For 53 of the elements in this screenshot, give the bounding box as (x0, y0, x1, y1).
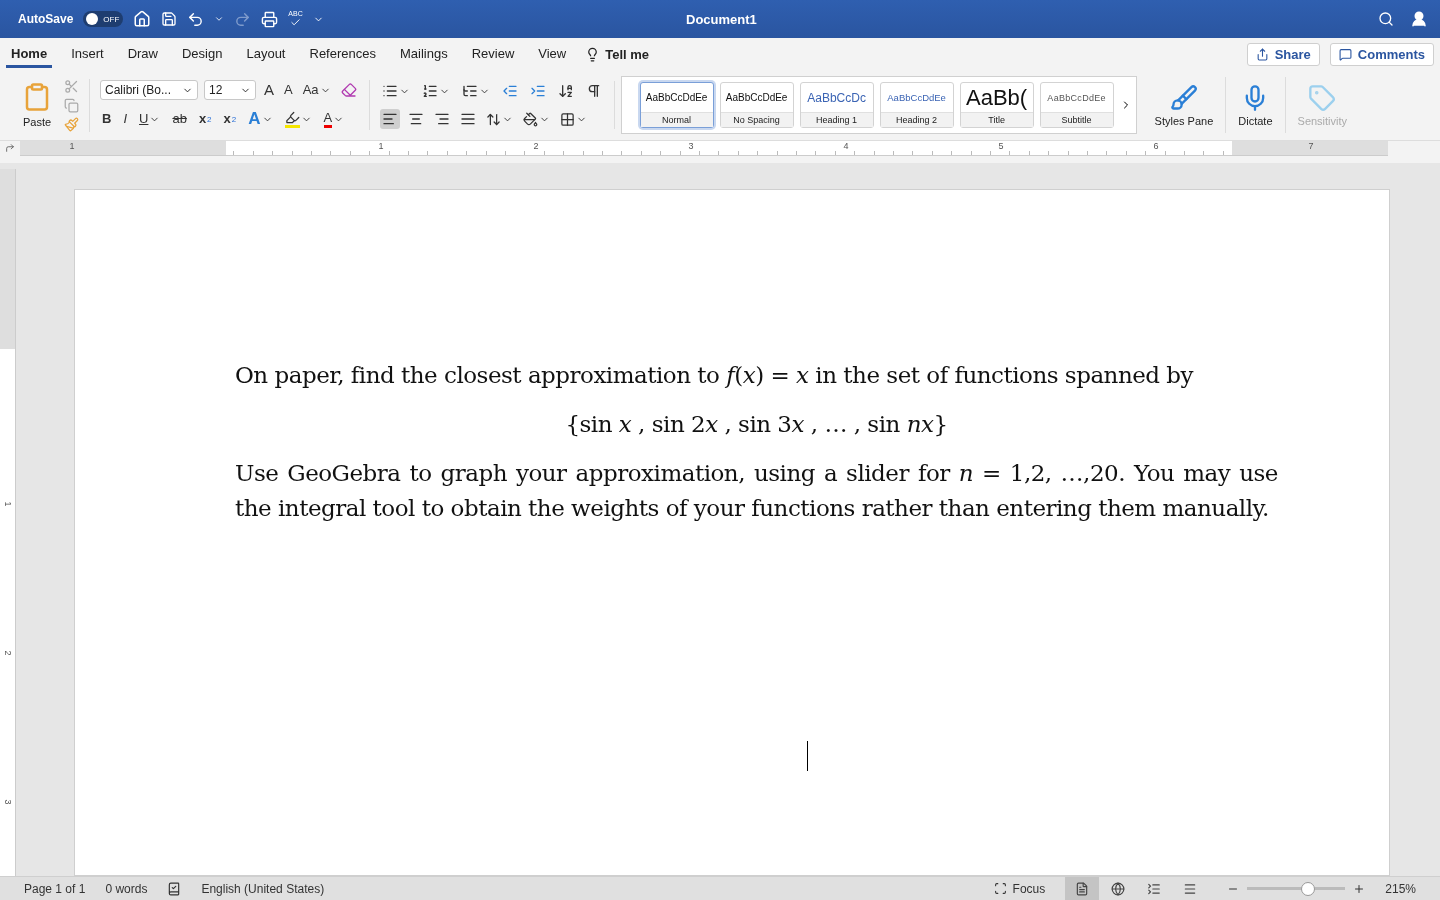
font-size-field[interactable]: 12 (204, 80, 256, 100)
document-paragraph: Use GeoGebra to graph your approximation, using a slider for n = 1,2, …,20. You may use the integral tool to obtain the weights of your functions rather than entering them manually. (235, 459, 1278, 523)
word-count[interactable]: 0 words (105, 881, 148, 896)
styles-pane-button[interactable]: Styles Pane (1142, 83, 1226, 127)
style-card[interactable]: AaBbCcDdEe Subtitle (1039, 82, 1114, 128)
ruler-number: 1 (378, 141, 384, 151)
style-card[interactable]: AaBbCcDdEe Normal (639, 82, 714, 128)
style-card[interactable]: AaBbCcDdEe Heading 2 (879, 82, 954, 128)
shrink-font-button[interactable]: A (282, 81, 295, 99)
strikethrough-button[interactable]: ab (170, 110, 189, 128)
change-case-button[interactable]: Aa (300, 81, 333, 99)
ribbon-tab[interactable]: Draw (122, 40, 163, 68)
ruler-number: 4 (843, 141, 849, 151)
ruler-number: 2 (2, 650, 13, 656)
tell-me-button[interactable]: Tell me (585, 46, 650, 62)
ruler-number: 6 (1153, 141, 1159, 151)
underline-button[interactable]: U (137, 110, 163, 128)
ruler-number: 1 (2, 501, 13, 507)
paste-button[interactable]: Paste (18, 82, 56, 128)
share-button[interactable]: Share (1246, 42, 1320, 66)
zoom-percent[interactable]: 215% (1385, 881, 1416, 896)
focus-button[interactable]: Focus (1012, 881, 1046, 896)
window-title: Document1 (685, 11, 758, 27)
comments-button[interactable]: Comments (1329, 42, 1434, 66)
ribbon-tab[interactable]: Mailings (395, 40, 453, 68)
dictate-button[interactable]: Dictate (1226, 83, 1285, 127)
ribbon-tab[interactable]: Review (466, 40, 520, 68)
bold-button[interactable]: B (100, 110, 114, 128)
document-paragraph: On paper, find the closest approximation to f(x) = x in the set of functions spanned by (235, 361, 1195, 390)
ruler-number: 3 (688, 141, 694, 151)
grow-font-button[interactable]: A (262, 81, 276, 99)
autosave-toggle[interactable]: OFF (83, 11, 124, 27)
font-name-field[interactable]: Calibri (Bo... (100, 80, 198, 100)
autosave-label: AutoSave (18, 12, 74, 26)
page-count[interactable]: Page 1 of 1 (24, 881, 86, 896)
ruler-number: 1 (69, 141, 75, 151)
font-color-button[interactable]: A (321, 108, 347, 130)
ribbon-tab[interactable]: Layout (241, 40, 291, 68)
language-label[interactable]: English (United States) (201, 881, 325, 896)
ribbon-tab[interactable]: View (533, 40, 572, 68)
text-effects-button[interactable]: A (246, 110, 275, 128)
style-card[interactable]: AaBb( Title (959, 82, 1034, 128)
ruler-number: 3 (2, 799, 13, 805)
ribbon-tab[interactable]: Insert (66, 40, 109, 68)
style-card[interactable]: AaBbCcDc Heading 1 (799, 82, 874, 128)
ruler-number: 2 (533, 141, 539, 151)
ribbon-tab[interactable]: Design (177, 40, 228, 68)
ribbon-tab[interactable]: References (304, 40, 381, 68)
italic-button[interactable]: I (121, 110, 129, 128)
document-paragraph: {sin x , sin 2x , sin 3x , … , sin nx} (564, 410, 949, 439)
style-card[interactable]: AaBbCcDdEe No Spacing (719, 82, 794, 128)
ruler-number: 5 (998, 141, 1004, 151)
ruler-number: 7 (1308, 141, 1314, 151)
